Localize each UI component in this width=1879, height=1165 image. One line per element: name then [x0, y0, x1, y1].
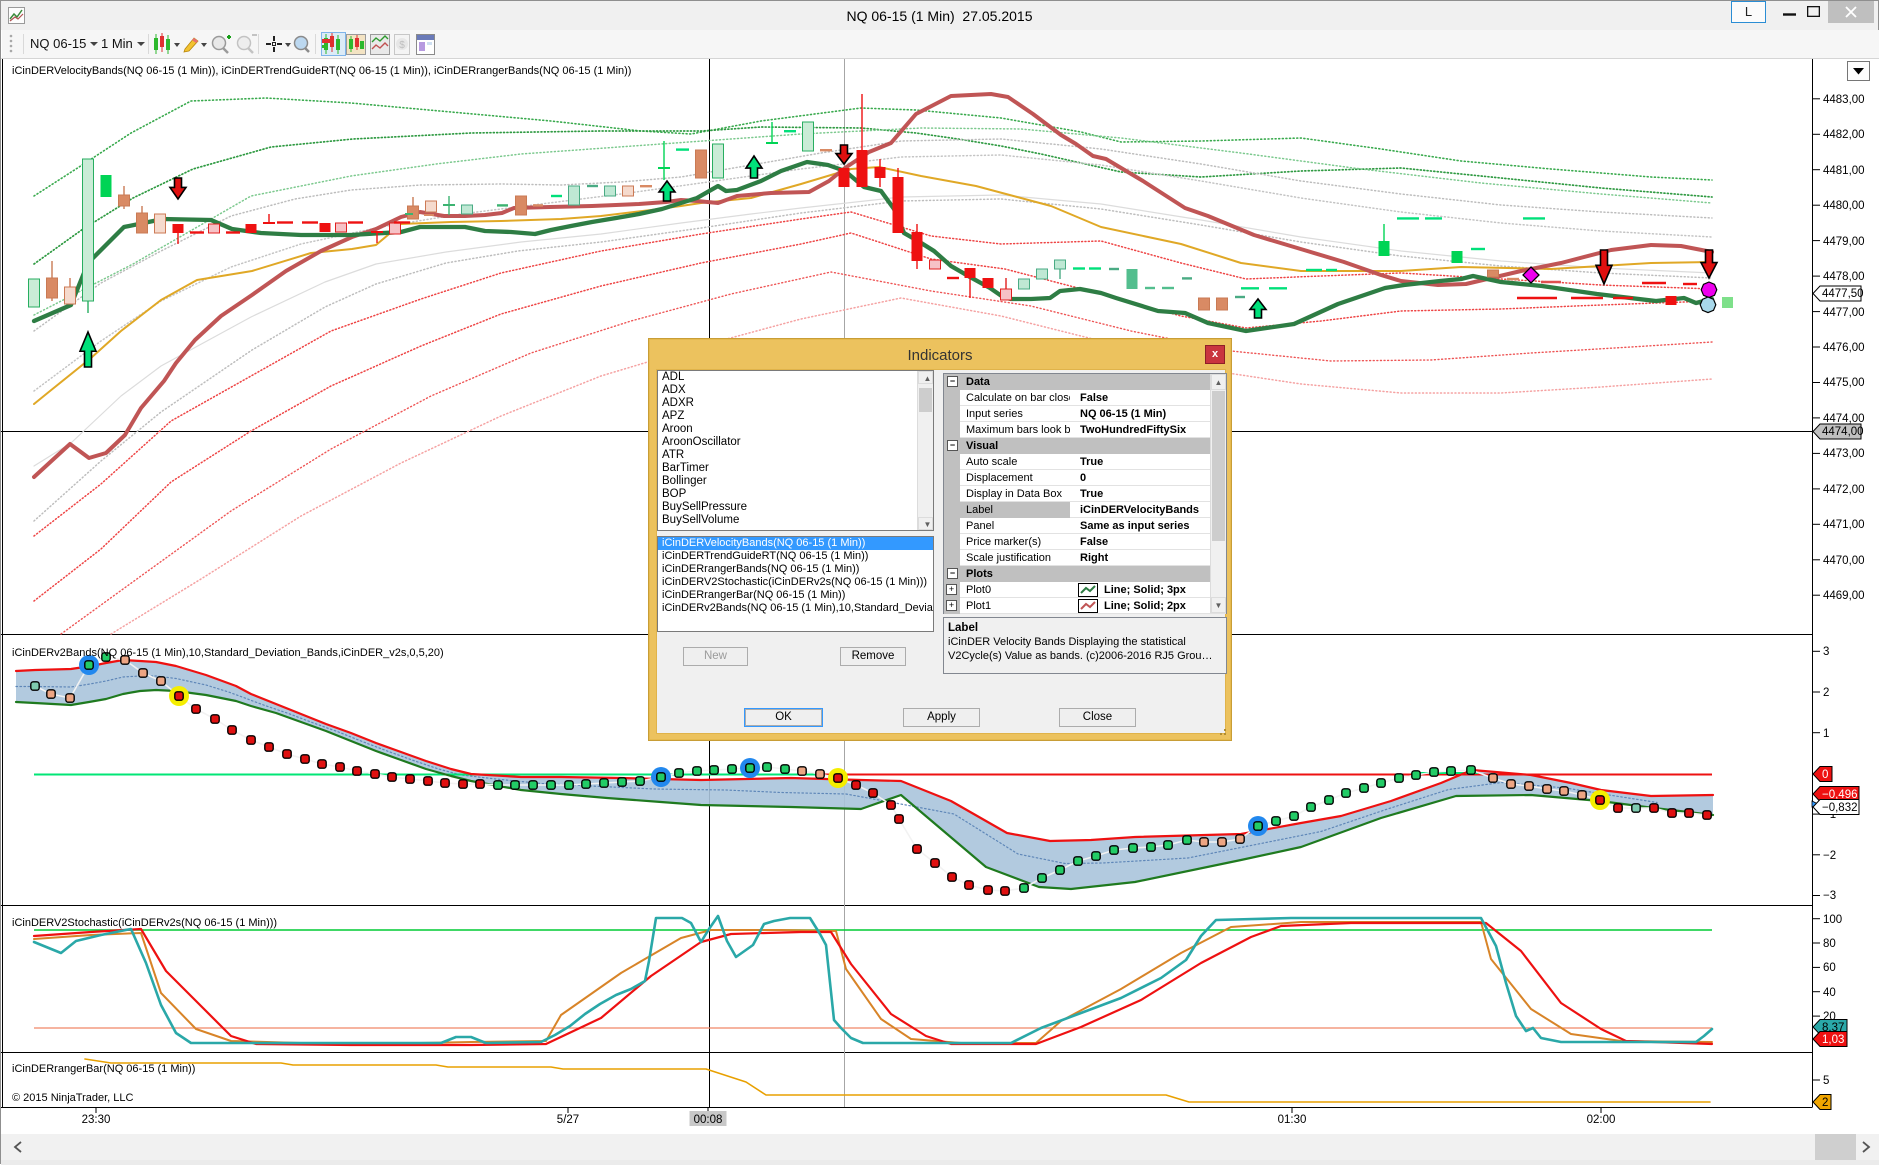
svg-text:00:08: 00:08	[694, 1114, 723, 1126]
svg-text:40: 40	[1823, 987, 1836, 999]
svg-text:4474,00: 4474,00	[1822, 426, 1864, 438]
svg-text:80: 80	[1823, 938, 1836, 950]
svg-text:© 2015 NinjaTrader, LLC: © 2015 NinjaTrader, LLC	[12, 1092, 133, 1104]
svg-text:02:00: 02:00	[1587, 1114, 1616, 1126]
svg-text:1,03: 1,03	[1822, 1034, 1844, 1046]
svg-text:5: 5	[1823, 1075, 1829, 1087]
svg-text:4481,00: 4481,00	[1823, 165, 1865, 177]
svg-text:4469,00: 4469,00	[1823, 590, 1865, 602]
svg-text:iCinDERV2Stochastic(iCinDERv2s: iCinDERV2Stochastic(iCinDERv2s(NQ 06-15 …	[12, 917, 277, 929]
svg-text:4480,00: 4480,00	[1823, 200, 1865, 212]
svg-text:0: 0	[1822, 769, 1828, 781]
svg-text:4483,00: 4483,00	[1823, 94, 1865, 106]
svg-text:4475,00: 4475,00	[1823, 377, 1865, 389]
svg-text:2: 2	[1822, 1097, 1828, 1109]
svg-text:100: 100	[1823, 914, 1842, 926]
svg-text:01:30: 01:30	[1278, 1114, 1307, 1126]
svg-text:4477,50: 4477,50	[1822, 288, 1864, 300]
svg-text:5/27: 5/27	[557, 1114, 579, 1126]
svg-text:iCinDERv2Bands(NQ 06-15 (1 Min: iCinDERv2Bands(NQ 06-15 (1 Min),10,Stand…	[12, 647, 444, 659]
svg-text:−2: −2	[1823, 850, 1836, 862]
svg-text:3: 3	[1823, 646, 1829, 658]
svg-text:iCinDERrangerBar(NQ 06-15 (1 M: iCinDERrangerBar(NQ 06-15 (1 Min))	[12, 1063, 195, 1075]
svg-text:4471,00: 4471,00	[1823, 519, 1865, 531]
svg-text:−3: −3	[1823, 890, 1836, 902]
svg-text:2: 2	[1823, 687, 1829, 699]
svg-text:23:30: 23:30	[82, 1114, 111, 1126]
svg-text:−0,832: −0,832	[1822, 802, 1858, 814]
svg-text:iCinDERVelocityBands(NQ 06-15: iCinDERVelocityBands(NQ 06-15 (1 Min)), …	[12, 65, 631, 77]
svg-text:4474,00: 4474,00	[1823, 413, 1865, 425]
svg-text:4476,00: 4476,00	[1823, 342, 1865, 354]
svg-text:60: 60	[1823, 962, 1836, 974]
svg-text:4473,00: 4473,00	[1823, 448, 1865, 460]
svg-text:4472,00: 4472,00	[1823, 484, 1865, 496]
svg-text:4482,00: 4482,00	[1823, 129, 1865, 141]
svg-text:4477,00: 4477,00	[1823, 307, 1865, 319]
svg-text:1: 1	[1823, 728, 1829, 740]
svg-text:4479,00: 4479,00	[1823, 236, 1865, 248]
svg-text:4478,00: 4478,00	[1823, 271, 1865, 283]
svg-text:4470,00: 4470,00	[1823, 555, 1865, 567]
